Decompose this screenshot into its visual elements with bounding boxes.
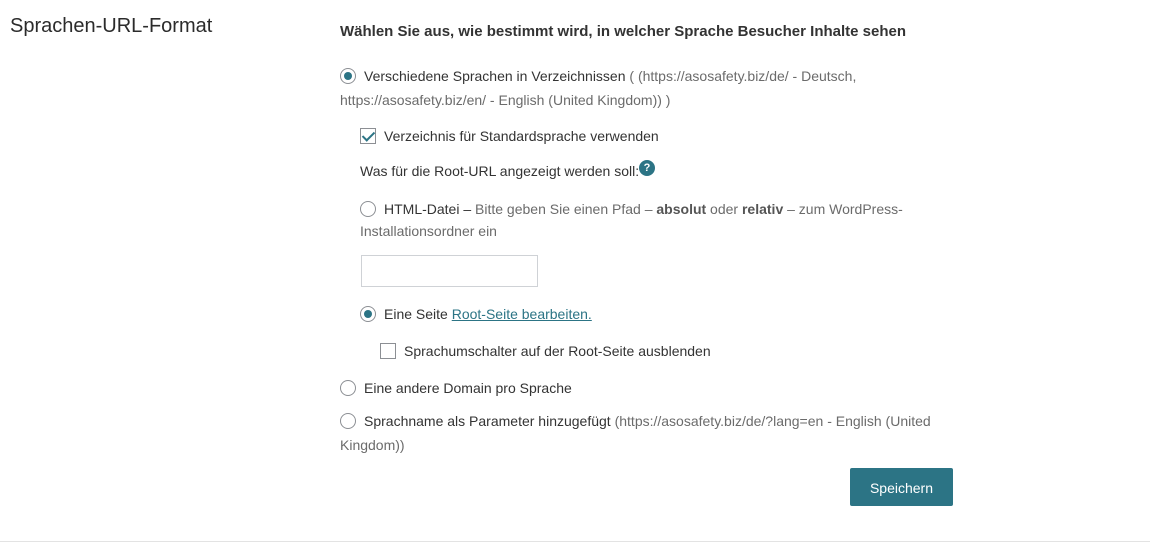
option-param-detail-2: Kingdom)) (340, 437, 405, 453)
form-heading: Wählen Sie aus, wie bestimmt wird, in we… (340, 23, 907, 40)
option-directories-text: Verschiedene Sprachen in Verzeichnissen … (364, 65, 924, 87)
radio-domain[interactable] (340, 380, 356, 396)
default-dir-checkbox[interactable] (360, 128, 376, 144)
option-param-text: Sprachname als Parameter hinzugefügt (ht… (364, 410, 944, 432)
root-url-label: Was für die Root-URL angezeigt werden so… (360, 163, 640, 179)
option-directories-detail-2: https://asosafety.biz/en/ - English (Uni… (340, 92, 671, 108)
html-file-bold-absolute: absolut (656, 201, 707, 217)
option-param-label: Sprachname als Parameter hinzugefügt (364, 413, 611, 429)
option-param-detail: (https://asosafety.biz/de/?lang=en - Eng… (610, 413, 931, 429)
save-button[interactable]: Speichern (850, 468, 953, 506)
html-file-bold-relative: relativ (741, 201, 784, 217)
radio-page[interactable] (360, 306, 376, 322)
option-directories-label: Verschiedene Sprachen in Verzeichnissen (364, 68, 626, 84)
radio-param[interactable] (340, 413, 356, 429)
section-title: Sprachen-URL-Format (10, 15, 213, 37)
option-domain-label: Eine andere Domain pro Sprache (364, 380, 572, 396)
page-option-text: Eine Seite Root-Seite bearbeiten. (384, 303, 592, 325)
html-file-label: HTML-Datei – (384, 201, 472, 217)
html-file-text: HTML-Datei – Bitte geben Sie einen Pfad … (384, 198, 924, 220)
html-file-desc-line2: Installationsordner ein (360, 223, 497, 239)
radio-directories[interactable] (340, 68, 356, 84)
html-file-desc-2: oder (706, 201, 742, 217)
hide-switcher-checkbox[interactable] (380, 343, 396, 359)
bottom-divider (0, 541, 1150, 542)
edit-root-page-link[interactable]: Root-Seite bearbeiten. (452, 306, 592, 322)
page-option-label: Eine Seite (384, 306, 452, 322)
html-file-desc-3: – zum WordPress- (783, 201, 903, 217)
option-directories-detail: ( (https://asosafety.biz/de/ - Deutsch, (625, 68, 857, 84)
default-dir-label: Verzeichnis für Standardsprache verwende… (384, 128, 659, 144)
hide-switcher-label: Sprachumschalter auf der Root-Seite ausb… (404, 343, 711, 359)
radio-html-file[interactable] (360, 201, 376, 217)
help-icon[interactable]: ? (639, 160, 655, 176)
html-file-path-input[interactable] (361, 255, 538, 287)
html-file-desc-1: Bitte geben Sie einen Pfad – (471, 201, 657, 217)
